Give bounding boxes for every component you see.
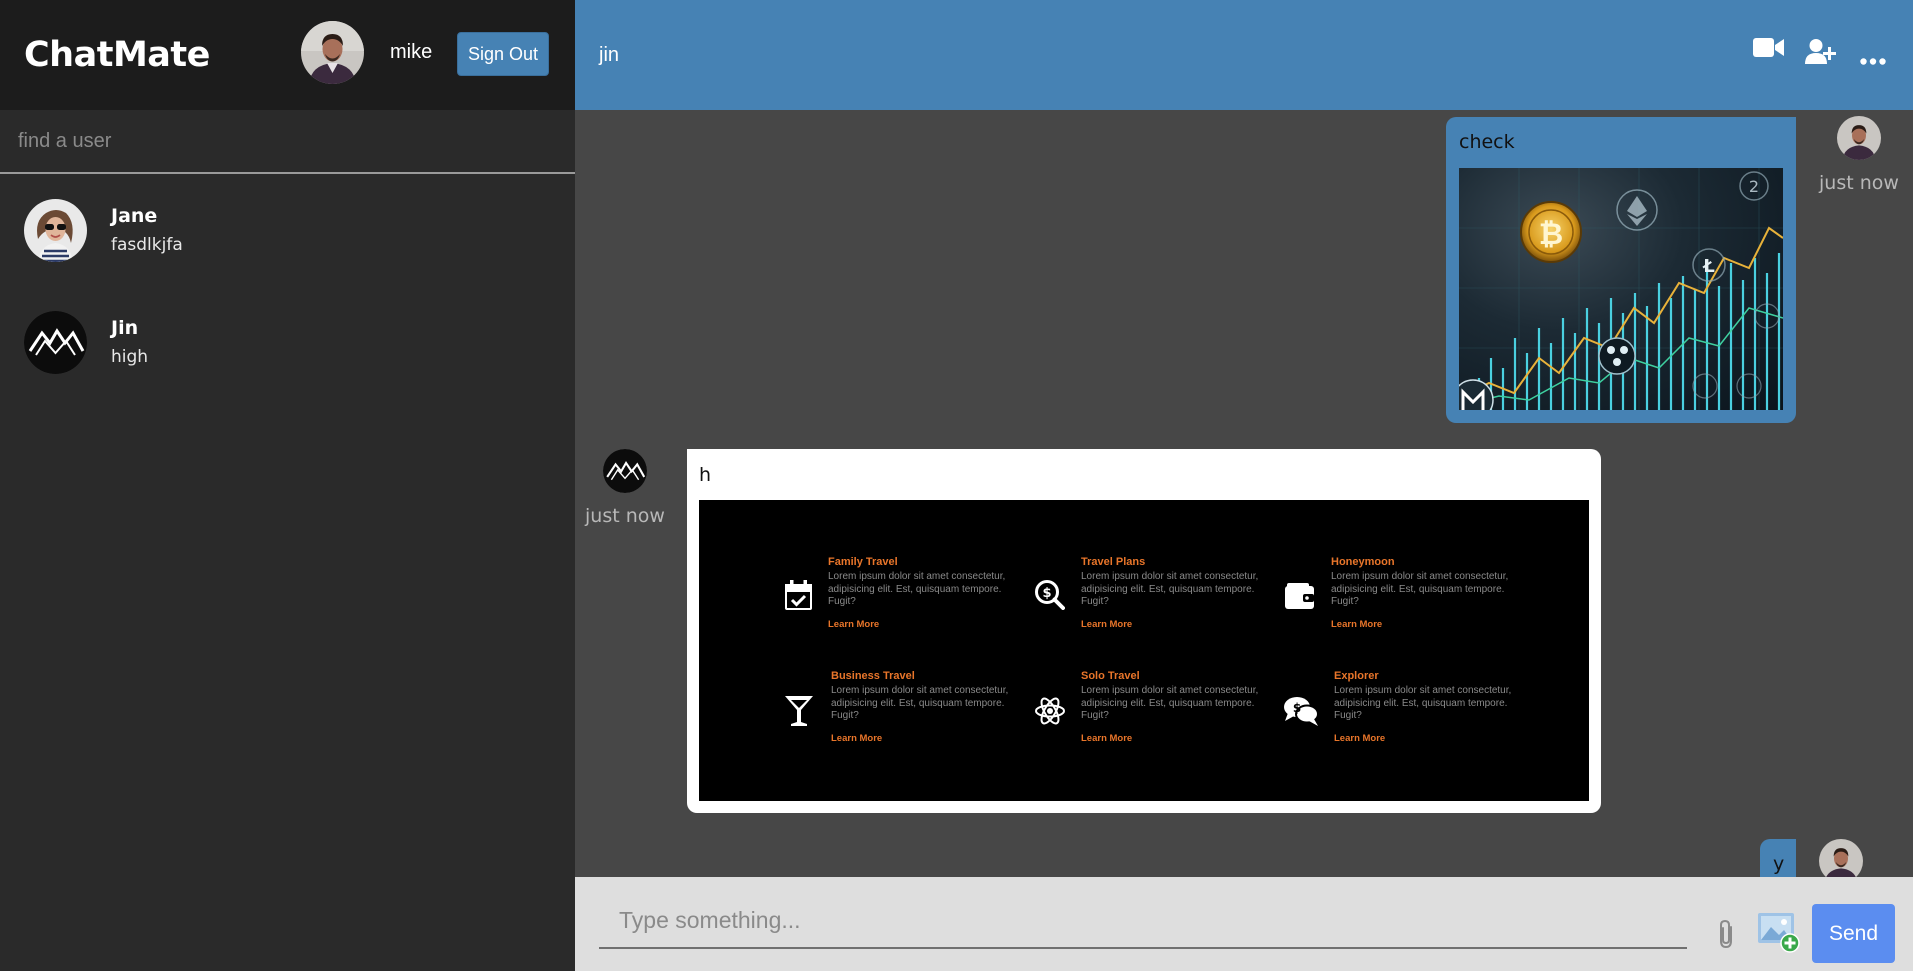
travel-services-image[interactable]: Family Travel Lorem ipsum dolor sit amet… [699,500,1589,801]
service-card-title: Solo Travel [1081,670,1140,682]
chat-list-item-last-message: high [111,347,149,367]
message-input[interactable] [599,893,1687,949]
service-card-body: Lorem ipsum dolor sit amet consectetur, … [831,685,1009,721]
avatar [24,198,87,262]
avatar [1836,116,1881,160]
sidebar-header: ChatMate mike Sign Out [0,0,575,110]
service-card-body: Lorem ipsum dolor sit amet consectetur, … [1331,571,1509,607]
svg-text:2: 2 [1749,177,1759,196]
svg-text:$: $ [1042,586,1051,601]
service-card-link[interactable]: Learn More [1081,619,1281,630]
message-bubble-owner: y [1760,839,1796,877]
message-meta: just now [585,449,665,527]
brand-logo: ChatMate [24,35,210,75]
service-card-link[interactable]: Learn More [828,619,1028,630]
chat-list-item-jane[interactable]: Jane fasdlkjfa [0,174,575,286]
service-card-title: Honeymoon [1331,556,1395,568]
service-card: Solo Travel Lorem ipsum dolor sit amet c… [1081,670,1281,744]
chat-list-item-name: Jin [111,317,139,339]
avatar [1819,839,1863,877]
svg-text:$: $ [1293,701,1301,715]
user-search [0,110,575,174]
service-card-body: Lorem ipsum dolor sit amet consectetur, … [1334,685,1512,721]
current-user-avatar [301,21,364,84]
service-card-link[interactable]: Learn More [831,733,1031,744]
add-image-icon[interactable] [1758,913,1800,957]
current-user: mike [301,21,432,84]
service-card-link[interactable]: Learn More [1334,733,1534,744]
message-text: h [699,464,712,486]
chat-header: jin [575,0,1913,110]
calendar-check-icon [785,580,812,614]
message-composer: Send [575,877,1913,971]
service-card: Honeymoon Lorem ipsum dolor sit amet con… [1331,556,1531,630]
message-time: just now [585,505,665,527]
service-card: Travel Plans Lorem ipsum dolor sit amet … [1081,556,1281,630]
message-time: just now [1819,172,1899,194]
chat-list-item-info: Jin high [111,317,148,367]
chat-list-item-info: Jane fasdlkjfa [111,205,183,255]
paperclip-icon[interactable] [1718,919,1736,953]
chat-list-item-name: Jane [111,205,158,227]
service-card-link[interactable]: Learn More [1331,619,1531,630]
sign-out-button[interactable]: Sign Out [457,32,549,76]
message-bubble-owner: check ₿ 2 Ł [1446,117,1796,423]
message-text: check [1459,131,1515,153]
service-card-body: Lorem ipsum dolor sit amet consectetur, … [1081,571,1259,607]
avatar [24,310,87,374]
service-card-title: Travel Plans [1081,556,1146,568]
service-card: Business Travel Lorem ipsum dolor sit am… [831,670,1031,744]
service-card-body: Lorem ipsum dolor sit amet consectetur, … [1081,685,1259,721]
current-user-name: mike [390,41,433,63]
service-card-link[interactable]: Learn More [1081,733,1281,744]
service-card-title: Family Travel [828,556,898,568]
chat-list-item-last-message: fasdlkjfa [111,235,183,255]
svg-text:₿: ₿ [1539,217,1563,252]
comments-dollar-icon: $ [1284,696,1319,730]
service-card-body: Lorem ipsum dolor sit amet consectetur, … [828,571,1006,607]
add-user-icon[interactable] [1805,39,1836,68]
video-camera-icon[interactable] [1753,37,1784,62]
more-options-icon[interactable] [1860,50,1886,69]
search-input[interactable] [18,129,557,153]
message-meta: just now [1819,116,1899,194]
chat-panel: jin check ₿ 2 Ł just now just now h Fami… [575,0,1913,971]
chat-list-item-jin[interactable]: Jin high [0,286,575,398]
message-bubble-other: h Family Travel Lorem ipsum dolor sit am… [687,449,1601,813]
svg-text:Ł: Ł [1702,256,1715,277]
atom-icon [1035,696,1065,730]
crypto-chart-image[interactable]: ₿ 2 Ł [1459,168,1783,410]
cocktail-icon [785,696,813,730]
message-meta [1819,839,1863,877]
service-card-title: Business Travel [831,670,915,682]
message-list[interactable]: check ₿ 2 Ł just now just now h Family T… [575,110,1913,877]
message-text: y [1773,853,1785,875]
wallet-icon [1285,583,1314,613]
send-button[interactable]: Send [1812,904,1895,963]
service-card-title: Explorer [1334,670,1379,682]
search-dollar-icon: $ [1035,580,1065,614]
service-card: Explorer Lorem ipsum dolor sit amet cons… [1334,670,1534,744]
sidebar: ChatMate mike Sign Out find a user Jane … [0,0,575,971]
service-card: Family Travel Lorem ipsum dolor sit amet… [828,556,1028,630]
chat-title: jin [599,43,620,66]
avatar [602,449,647,493]
